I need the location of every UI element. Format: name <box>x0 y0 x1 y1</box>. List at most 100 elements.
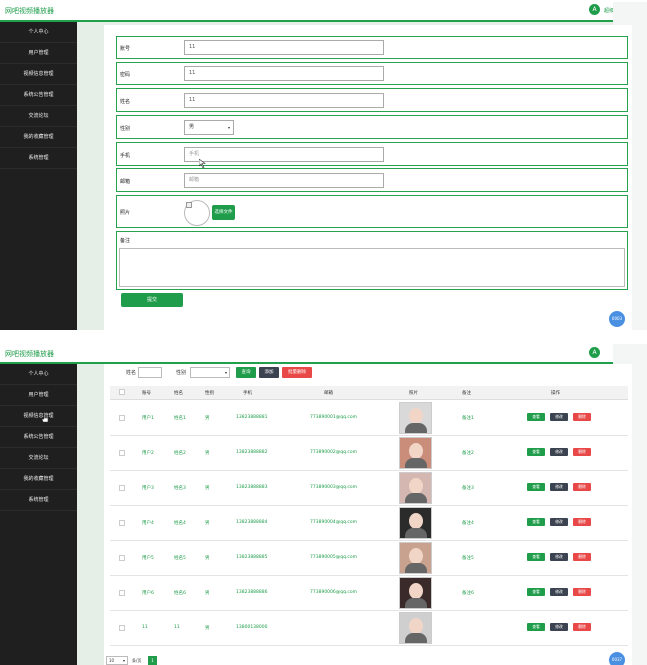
page-size-select[interactable]: 10 ▾ <box>106 656 128 665</box>
edit-button[interactable]: 修改 <box>550 413 568 421</box>
chat-bubble-2[interactable]: 0037 <box>609 652 625 665</box>
sidebar-item-videos[interactable]: 视频信息管理 <box>0 64 77 85</box>
form-row-account: 账号 11 <box>116 36 628 59</box>
col-note[interactable]: 备注 <box>462 390 471 396</box>
sidebar: 个人中心 用户管理 视频信息管理 系统公告管理 交流论坛 我的收藏管理 系统管理 <box>0 22 77 330</box>
email-input[interactable]: 邮箱 <box>184 173 384 188</box>
row-checkbox[interactable] <box>119 415 125 421</box>
delete-button[interactable]: 删除 <box>573 588 591 596</box>
row-checkbox[interactable] <box>119 450 125 456</box>
cell-account: 用户1 <box>142 416 154 421</box>
choose-file-button[interactable]: 选择文件 <box>212 205 235 220</box>
sidebar-item-profile[interactable]: 个人中心 <box>0 364 77 385</box>
face-shape <box>409 443 423 459</box>
page-number-current[interactable]: 1 <box>148 656 157 665</box>
delete-button[interactable]: 删除 <box>573 448 591 456</box>
password-input[interactable]: 11 <box>184 66 384 81</box>
user-avatar-icon[interactable]: A <box>589 4 600 15</box>
sidebar-item-system[interactable]: 系统管理 <box>0 148 77 169</box>
col-phone[interactable]: 手机 <box>243 390 252 396</box>
sidebar-item-forum[interactable]: 交流论坛 <box>0 448 77 469</box>
shoulders-shape <box>405 423 427 433</box>
row-checkbox[interactable] <box>119 590 125 596</box>
batch-delete-button[interactable]: 批量删除 <box>282 367 312 378</box>
select-all-checkbox[interactable] <box>119 389 125 395</box>
sidebar-item-users[interactable]: 用户管理 <box>0 385 77 406</box>
row-checkbox[interactable] <box>119 485 125 491</box>
add-button[interactable]: 添加 <box>259 367 279 378</box>
search-bar: 姓名 性别 ▾ 查询 添加 批量删除 <box>104 364 632 386</box>
note-textarea[interactable] <box>119 248 625 287</box>
name-input[interactable]: 11 <box>184 93 384 108</box>
sidebar-item-users[interactable]: 用户管理 <box>0 43 77 64</box>
app-title-2: 网吧视频播放器 <box>5 350 54 358</box>
cell-account: 用户4 <box>142 521 154 526</box>
cell-email: 773890005@qq.com <box>310 555 358 560</box>
chat-bubble[interactable]: 0003 <box>609 311 625 327</box>
face-shape <box>409 478 423 494</box>
delete-button[interactable]: 删除 <box>573 518 591 526</box>
cell-account: 用户6 <box>142 591 154 596</box>
view-button[interactable]: 查看 <box>527 448 545 456</box>
cell-phone: 13823888886 <box>236 590 268 595</box>
edit-button[interactable]: 修改 <box>550 483 568 491</box>
row-checkbox[interactable] <box>119 520 125 526</box>
chevron-down-icon: ▾ <box>224 370 227 375</box>
view-button[interactable]: 查看 <box>527 483 545 491</box>
col-photo[interactable]: 照片 <box>409 390 418 396</box>
row-checkbox[interactable] <box>119 555 125 561</box>
cell-gender: 男 <box>205 521 210 526</box>
cell-gender: 男 <box>205 416 210 421</box>
cell-name: 11 <box>174 625 180 630</box>
sidebar-2: 个人中心 用户管理 视频信息管理 系统公告管理 交流论坛 我的收藏管理 系统管理 <box>0 364 77 665</box>
submit-button[interactable]: 提交 <box>121 293 183 307</box>
photo-preview <box>184 200 210 226</box>
user-photo <box>399 402 432 434</box>
pagination: 10 ▾ 条/页 1 <box>104 654 632 665</box>
col-email[interactable]: 邮箱 <box>324 390 333 396</box>
col-account[interactable]: 账号 <box>142 390 151 396</box>
search-name-input[interactable] <box>138 367 162 378</box>
sidebar-item-announcements[interactable]: 系统公告管理 <box>0 427 77 448</box>
edit-button[interactable]: 修改 <box>550 588 568 596</box>
table-row: 用户1 姓名1 男 13823888881 773890001@qq.com 备注1 查看… <box>110 401 628 436</box>
gender-select-value: 男 <box>189 124 195 130</box>
gender-select[interactable]: 男 ▾ <box>184 120 234 135</box>
search-gender-select[interactable]: ▾ <box>190 367 230 378</box>
row-checkbox[interactable] <box>119 625 125 631</box>
col-actions: 操作 <box>551 391 560 396</box>
face-shape <box>409 408 423 424</box>
search-button[interactable]: 查询 <box>236 367 256 378</box>
edit-button[interactable]: 修改 <box>550 623 568 631</box>
view-button[interactable]: 查看 <box>527 413 545 421</box>
page-size-value: 10 <box>109 658 115 663</box>
sidebar-item-forum[interactable]: 交流论坛 <box>0 106 77 127</box>
account-input[interactable]: 11 <box>184 40 384 55</box>
edit-button[interactable]: 修改 <box>550 448 568 456</box>
sidebar-item-favorites[interactable]: 我的收藏管理 <box>0 469 77 490</box>
phone-input[interactable]: 手机 <box>184 147 384 162</box>
edit-button[interactable]: 修改 <box>550 518 568 526</box>
view-button[interactable]: 查看 <box>527 518 545 526</box>
delete-button[interactable]: 删除 <box>573 553 591 561</box>
sidebar-item-videos[interactable]: 视频信息管理 <box>0 406 77 427</box>
view-button[interactable]: 查看 <box>527 553 545 561</box>
sidebar-item-favorites[interactable]: 我的收藏管理 <box>0 127 77 148</box>
view-button[interactable]: 查看 <box>527 623 545 631</box>
col-name[interactable]: 姓名 <box>174 390 183 396</box>
delete-button[interactable]: 删除 <box>573 413 591 421</box>
delete-button[interactable]: 删除 <box>573 483 591 491</box>
user-avatar-icon-2[interactable]: A <box>589 347 600 358</box>
col-gender[interactable]: 性别 <box>205 390 214 396</box>
shoulders-shape <box>405 458 427 468</box>
sidebar-item-announcements[interactable]: 系统公告管理 <box>0 85 77 106</box>
cell-account: 用户2 <box>142 451 154 456</box>
sidebar-item-profile[interactable]: 个人中心 <box>0 22 77 43</box>
edit-button[interactable]: 修改 <box>550 553 568 561</box>
form-row-note: 备注 <box>116 231 628 290</box>
sidebar-item-system[interactable]: 系统管理 <box>0 490 77 511</box>
broken-image-icon <box>186 202 192 208</box>
delete-button[interactable]: 删除 <box>573 623 591 631</box>
table-row: 用户6 姓名6 男 13823888886 773890006@qq.com 备注6 查看… <box>110 576 628 611</box>
view-button[interactable]: 查看 <box>527 588 545 596</box>
